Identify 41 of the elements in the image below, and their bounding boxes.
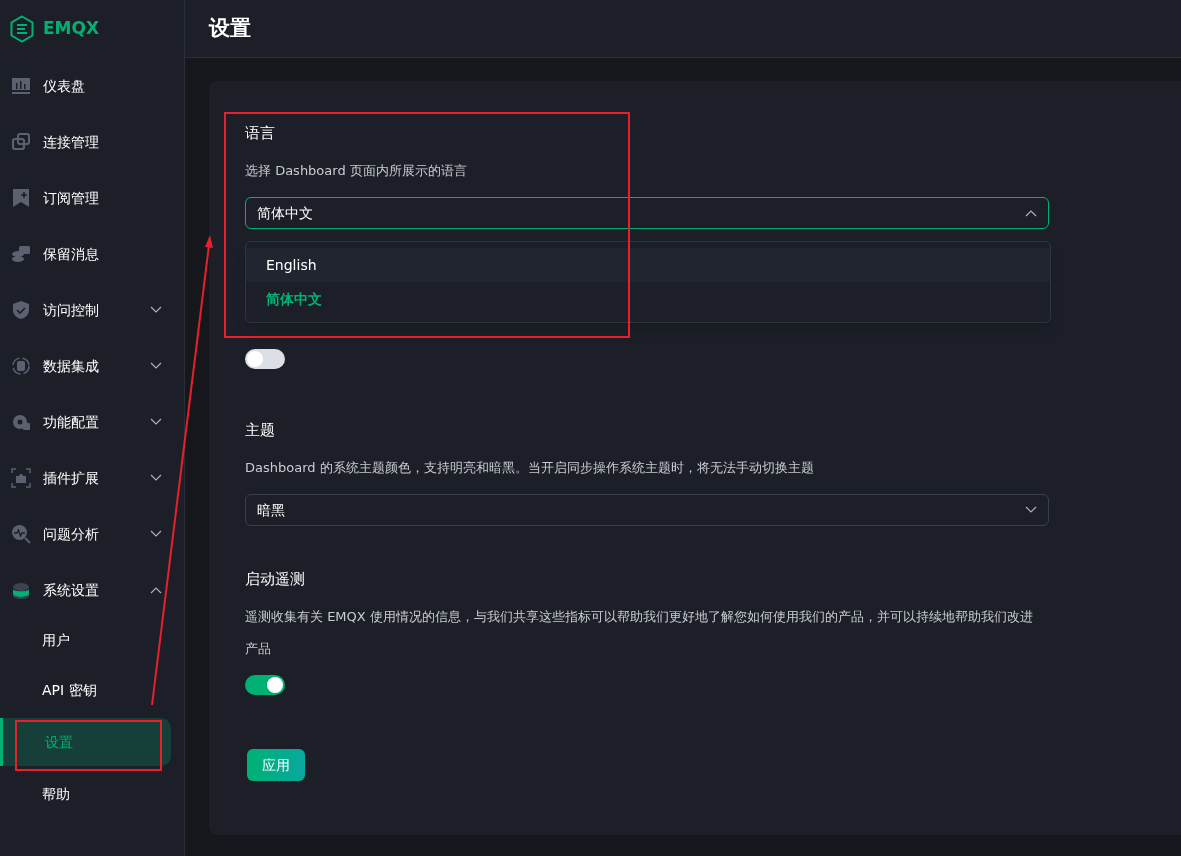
logo-icon — [9, 15, 35, 43]
sidebar-item[interactable]: 订阅管理 — [0, 170, 184, 226]
sidebar-subitem[interactable]: 设置 — [0, 718, 171, 766]
sidebar-item[interactable]: 仪表盘 — [0, 58, 184, 114]
windows-icon — [11, 132, 31, 152]
select-field[interactable]: 暗黑 — [245, 494, 1049, 526]
sidebar-item[interactable]: 连接管理 — [0, 114, 184, 170]
puzzle-icon — [11, 468, 31, 488]
page-title: 设置 — [209, 14, 251, 42]
section-title: 启动遥测 — [245, 569, 306, 590]
layers-icon — [11, 580, 31, 600]
section-description: 遥测收集有关 EMQX 使用情况的信息，与我们共享这些指标可以帮助我们更好地了解您如何使用我们的产品，并可以持续地帮助我们改进产品 — [245, 608, 1034, 658]
toggle-switch[interactable] — [245, 349, 285, 369]
section-description: 选择 Dashboard 页面内所展示的语言 — [245, 162, 468, 180]
select-field[interactable]: 简体中文 — [245, 197, 1049, 229]
bar-chart-icon — [11, 76, 31, 96]
sidebar-item[interactable]: 数据集成 — [0, 338, 184, 394]
section-title: 主题 — [245, 420, 276, 441]
database-icon — [11, 244, 31, 264]
logo-text: EMQX — [43, 17, 100, 41]
sidebar-item[interactable]: 插件扩展 — [0, 450, 184, 506]
bookmark-icon — [11, 188, 31, 208]
dropdown-option[interactable]: 简体中文 — [246, 282, 1050, 316]
sidebar-subitem[interactable]: 用户 — [0, 618, 184, 662]
dropdown-option[interactable]: English — [246, 248, 1050, 282]
magnifier-icon — [11, 524, 31, 544]
sidebar-item[interactable]: 保留消息 — [0, 226, 184, 282]
sidebar-item[interactable]: 功能配置 — [0, 394, 184, 450]
chevron-down-icon — [1025, 506, 1037, 514]
shield-icon — [11, 300, 31, 320]
cycle-icon — [11, 356, 31, 376]
sidebar-item[interactable]: 访问控制 — [0, 282, 184, 338]
sidebar-subitem[interactable]: 帮助 — [0, 772, 184, 816]
sidebar-item[interactable]: 问题分析 — [0, 506, 184, 562]
section-description: Dashboard 的系统主题颜色，支持明亮和暗黑。当开启同步操作系统主题时，将无法手动切换主题 — [245, 459, 815, 477]
sidebar-item[interactable]: 系统设置 — [0, 562, 184, 618]
sidebar-subitem[interactable]: API 密钥 — [0, 668, 184, 712]
section-title: 语言 — [245, 123, 276, 144]
chevron-up-icon — [1025, 209, 1037, 217]
toggle-switch[interactable] — [245, 675, 285, 695]
gear-icon — [11, 412, 31, 432]
